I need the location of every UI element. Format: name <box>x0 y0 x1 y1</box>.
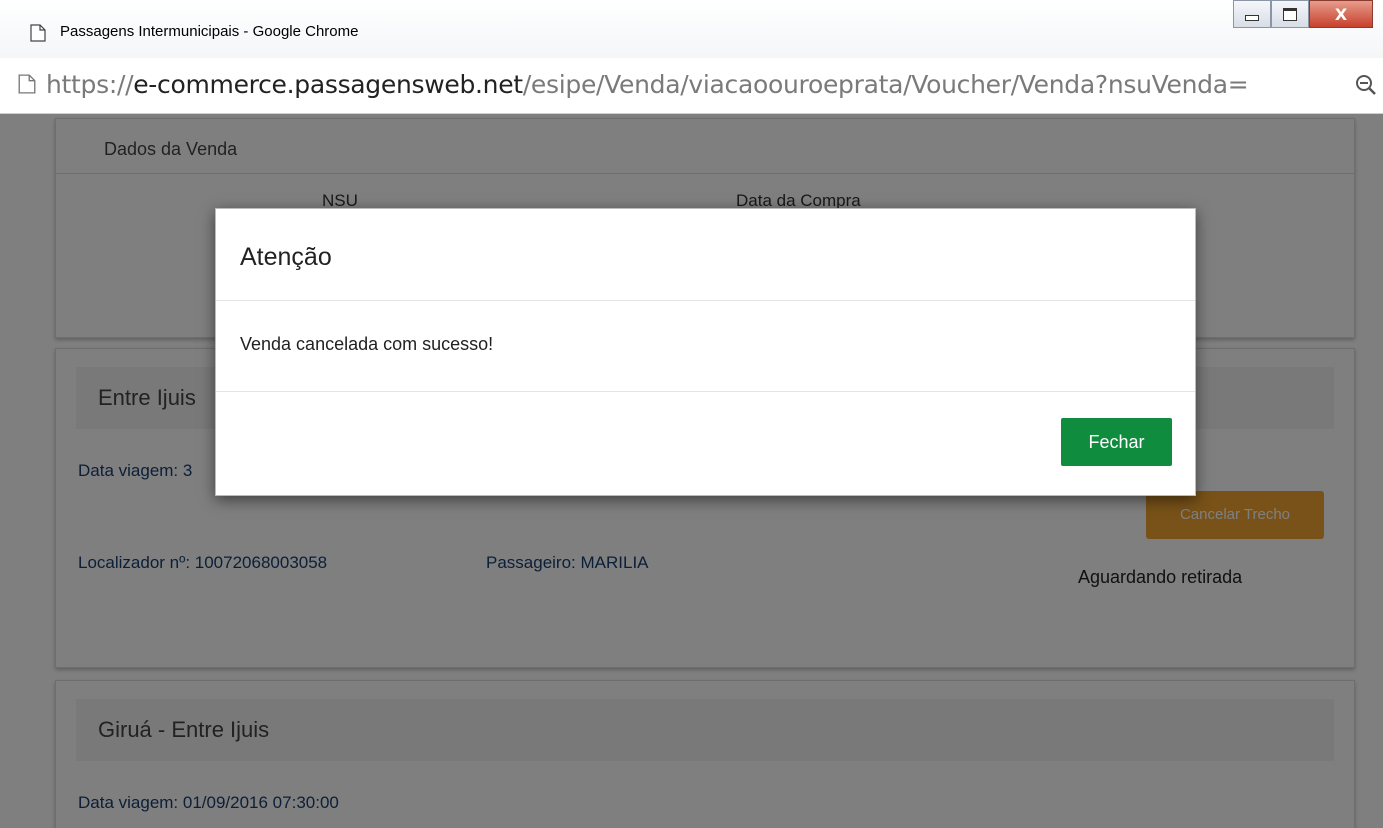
dialog-title: Atenção <box>240 243 332 271</box>
dialog-header-divider <box>216 300 1195 301</box>
browser-window: Passagens Intermunicipais - Google Chrom… <box>0 0 1383 828</box>
close-window-button[interactable]: X <box>1309 0 1373 28</box>
maximize-icon <box>1283 7 1297 21</box>
window-controls: X <box>1233 0 1373 30</box>
dialog-footer-divider <box>216 391 1195 392</box>
url-text[interactable]: https://e-commerce.passagensweb.net/esip… <box>46 70 1249 99</box>
alert-dialog: Atenção Venda cancelada com sucesso! Fec… <box>215 208 1196 496</box>
maximize-button[interactable] <box>1271 0 1309 28</box>
zoom-icon[interactable] <box>1355 74 1377 96</box>
window-title: Passagens Intermunicipais - Google Chrom… <box>60 23 359 40</box>
close-icon: X <box>1334 4 1348 24</box>
url-domain: e-commerce.passagensweb.net <box>133 70 523 99</box>
address-bar[interactable]: https://e-commerce.passagensweb.net/esip… <box>0 58 1383 114</box>
url-scheme: https:// <box>46 70 134 99</box>
page-icon <box>30 24 46 42</box>
minimize-icon <box>1245 15 1259 21</box>
url-path: /esipe/Venda/viacaoouroeprata/Voucher/Ve… <box>522 70 1249 99</box>
close-dialog-button[interactable]: Fechar <box>1061 418 1172 466</box>
dialog-message: Venda cancelada com sucesso! <box>240 334 494 354</box>
page-info-icon[interactable] <box>18 74 36 94</box>
minimize-button[interactable] <box>1233 0 1271 28</box>
title-bar: Passagens Intermunicipais - Google Chrom… <box>0 0 1383 59</box>
